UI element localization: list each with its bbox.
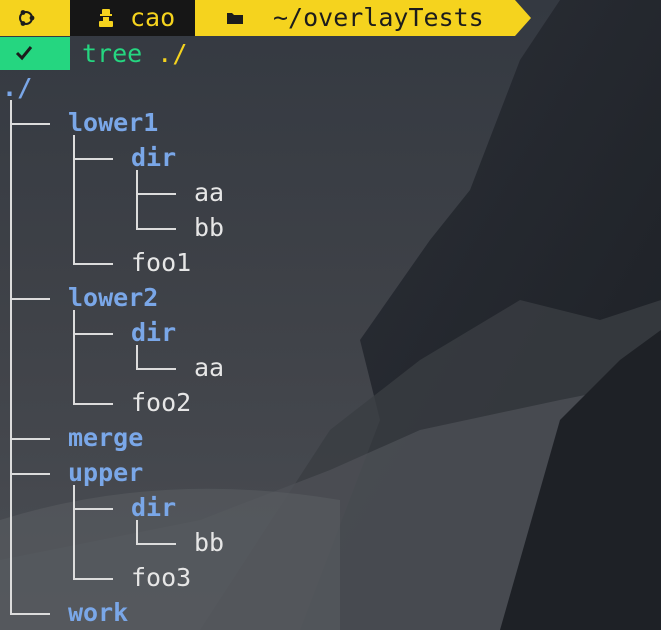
tree-connector xyxy=(10,473,50,475)
tree-dir-entry: upper xyxy=(68,458,144,487)
tree-connector xyxy=(73,578,113,580)
tree-connector xyxy=(10,298,12,440)
tree-file-entry: aa xyxy=(194,178,225,207)
tree-connector xyxy=(73,158,113,160)
tree-connector xyxy=(10,100,12,125)
desktop-background xyxy=(0,0,661,630)
user-segment: cao xyxy=(70,0,195,36)
tree-connector xyxy=(73,263,113,265)
tree-connector xyxy=(136,543,176,545)
tree-connector xyxy=(73,333,113,335)
tree-connector xyxy=(136,368,176,370)
tree-connector xyxy=(73,508,75,580)
tree-dir-entry: work xyxy=(68,598,129,627)
tree-connector xyxy=(73,333,75,405)
command-argument: ./ xyxy=(157,39,188,68)
tree-connector xyxy=(10,438,12,475)
tree-file-entry: bb xyxy=(194,213,225,242)
tree-dir-entry: lower2 xyxy=(68,283,159,312)
tree-connector xyxy=(136,170,138,195)
prompt-user: cao xyxy=(130,3,176,32)
user-icon xyxy=(99,9,113,27)
tree-connector xyxy=(136,520,138,545)
folder-icon xyxy=(227,13,243,24)
tree-connector xyxy=(10,438,50,440)
os-segment xyxy=(0,0,70,36)
tree-connector xyxy=(10,123,12,300)
tree-connector xyxy=(136,193,138,230)
tree-file-entry: foo2 xyxy=(131,388,192,417)
command-name: tree xyxy=(82,39,143,68)
command-line: tree ./ xyxy=(82,37,187,70)
tree-dir-entry: merge xyxy=(68,423,144,452)
tree-connector xyxy=(136,228,176,230)
tree-file-entry: foo1 xyxy=(131,248,192,277)
prompt-bar: cao ~/overlayTests xyxy=(0,0,531,36)
path-segment: ~/overlayTests xyxy=(195,0,515,36)
tree-connector xyxy=(10,298,50,300)
ubuntu-icon xyxy=(19,9,35,26)
tree-file-entry: bb xyxy=(194,528,225,557)
tree-dir-entry: lower1 xyxy=(68,108,159,137)
tree-root: ./ xyxy=(2,73,33,102)
tree-connector xyxy=(136,193,176,195)
tree-connector xyxy=(73,135,75,160)
tree-connector xyxy=(10,123,50,125)
tree-connector xyxy=(10,473,12,615)
tree-connector xyxy=(73,310,75,335)
tree-connector xyxy=(73,158,75,265)
tree-connector xyxy=(136,345,138,370)
check-icon xyxy=(15,46,33,61)
tree-connector xyxy=(10,613,50,615)
tree-file-entry: aa xyxy=(194,353,225,382)
tree-file-entry: foo3 xyxy=(131,563,192,592)
prompt-path: ~/overlayTests xyxy=(273,3,484,32)
tree-connector xyxy=(73,403,113,405)
tree-connector xyxy=(73,508,113,510)
tree-connector xyxy=(73,485,75,510)
